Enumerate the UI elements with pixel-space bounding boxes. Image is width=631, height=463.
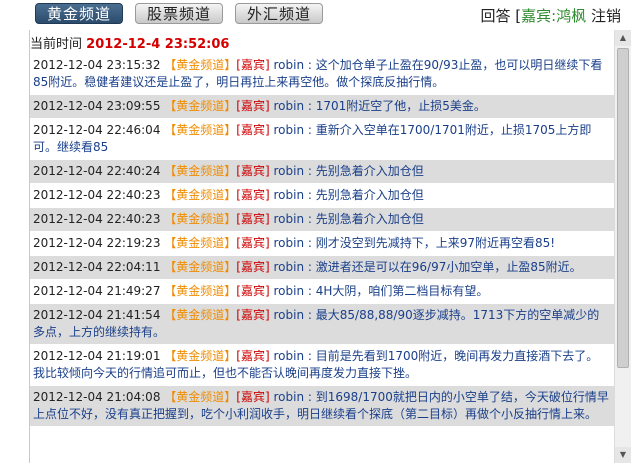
message-timestamp: 2012-12-04 22:19:23 [33, 236, 161, 250]
message-separator: : [304, 390, 316, 404]
message-timestamp: 2012-12-04 22:40:24 [33, 164, 161, 178]
message-row: 2012-12-04 21:19:01 【黄金频道】[嘉宾] robin : 目… [30, 345, 614, 386]
message-timestamp: 2012-12-04 22:46:04 [33, 123, 161, 137]
message-role: [嘉宾] [236, 236, 270, 250]
message-role: [嘉宾] [236, 188, 270, 202]
guest-label: 嘉宾: [521, 7, 557, 25]
reply-link[interactable]: 回答 [480, 7, 510, 25]
message-channel: 【黄金频道】 [164, 284, 237, 298]
message-text: 先别急着介入加仓但 [315, 212, 424, 226]
triangle-down-icon[interactable]: ▼ [615, 447, 631, 463]
current-time: 当前时间 2012-12-4 23:52:06 [30, 33, 229, 52]
message-timestamp: 2012-12-04 23:15:32 [33, 58, 161, 72]
top-bar: 黄金频道 股票频道 外汇频道 回答 [嘉宾:鸿枫 注销 [0, 0, 631, 28]
message-channel: 【黄金频道】 [164, 236, 237, 250]
message-author: robin [273, 164, 305, 178]
message-timestamp: 2012-12-04 21:19:01 [33, 349, 161, 363]
message-role: [嘉宾] [236, 308, 270, 322]
message-role: [嘉宾] [236, 260, 270, 274]
message-separator: : [304, 308, 316, 322]
guest-username: 鸿枫 [556, 7, 587, 25]
message-row: 2012-12-04 21:49:27 【黄金频道】[嘉宾] robin : 4… [30, 280, 614, 304]
message-separator: : [304, 236, 316, 250]
message-author: robin [273, 212, 305, 226]
message-role: [嘉宾] [236, 390, 270, 404]
message-role: [嘉宾] [236, 123, 270, 137]
triangle-up-icon[interactable]: ▲ [615, 30, 631, 46]
message-separator: : [304, 188, 316, 202]
message-role: [嘉宾] [236, 58, 270, 72]
message-channel: 【黄金频道】 [164, 123, 237, 137]
tab-forex-channel[interactable]: 外汇频道 [235, 3, 323, 24]
message-panel: 当前时间 2012-12-4 23:52:06 2012-12-04 23:15… [29, 30, 614, 463]
message-separator: : [304, 164, 316, 178]
message-separator: : [304, 260, 316, 274]
message-separator: : [304, 99, 316, 113]
tab-stock-channel[interactable]: 股票频道 [135, 3, 223, 24]
message-timestamp: 2012-12-04 21:41:54 [33, 308, 161, 322]
message-author: robin [273, 58, 305, 72]
message-timestamp: 2012-12-04 21:04:08 [33, 390, 161, 404]
message-separator: : [304, 123, 316, 137]
message-separator: : [304, 349, 316, 363]
message-channel: 【黄金频道】 [164, 308, 237, 322]
message-row: 2012-12-04 23:15:32 【黄金频道】[嘉宾] robin : 这… [30, 54, 614, 95]
message-row: 2012-12-04 21:04:08 【黄金频道】[嘉宾] robin : 到… [30, 386, 614, 427]
message-row: 2012-12-04 22:46:04 【黄金频道】[嘉宾] robin : 重… [30, 119, 614, 160]
message-row: 2012-12-04 22:19:23 【黄金频道】[嘉宾] robin : 刚… [30, 232, 614, 256]
message-author: robin [273, 99, 305, 113]
message-author: robin [273, 349, 305, 363]
logout-link[interactable]: 注销 [591, 7, 621, 25]
message-row: 2012-12-04 22:04:11 【黄金频道】[嘉宾] robin : 激… [30, 256, 614, 280]
message-text: 1701附近空了他，止损5美金。 [315, 99, 486, 113]
message-timestamp: 2012-12-04 21:49:27 [33, 284, 161, 298]
message-text: 4H大阴，咱们第二档目标有望。 [315, 284, 489, 298]
scrollbar-thumb[interactable] [617, 48, 629, 368]
message-text: 先别急着介入加仓但 [315, 188, 424, 202]
message-channel: 【黄金频道】 [164, 260, 237, 274]
message-separator: : [304, 58, 316, 72]
current-time-value: 2012-12-4 23:52:06 [86, 37, 230, 52]
message-author: robin [273, 188, 305, 202]
message-separator: : [304, 212, 316, 226]
message-row: 2012-12-04 22:40:24 【黄金频道】[嘉宾] robin : 先… [30, 160, 614, 184]
message-author: robin [273, 123, 305, 137]
message-row: 2012-12-04 21:41:54 【黄金频道】[嘉宾] robin : 最… [30, 304, 614, 345]
message-author: robin [273, 284, 305, 298]
message-text: 先别急着介入加仓但 [315, 164, 424, 178]
tab-gold-channel[interactable]: 黄金频道 [35, 3, 123, 24]
message-text: 激进者还是可以在96/97小加空单，止盈85附近。 [315, 260, 582, 274]
message-channel: 【黄金频道】 [164, 212, 237, 226]
message-role: [嘉宾] [236, 349, 270, 363]
message-timestamp: 2012-12-04 22:04:11 [33, 260, 161, 274]
message-channel: 【黄金频道】 [164, 349, 237, 363]
message-timestamp: 2012-12-04 23:09:55 [33, 99, 161, 113]
message-author: robin [273, 236, 305, 250]
message-author: robin [273, 390, 305, 404]
user-area: 回答 [嘉宾:鸿枫 注销 [480, 5, 621, 26]
message-channel: 【黄金频道】 [164, 188, 237, 202]
message-timestamp: 2012-12-04 22:40:23 [33, 188, 161, 202]
message-channel: 【黄金频道】 [164, 390, 237, 404]
message-text: 刚才没空到先减持下，上来97附近再空看85! [315, 236, 556, 250]
message-channel: 【黄金频道】 [164, 99, 237, 113]
message-role: [嘉宾] [236, 284, 270, 298]
message-role: [嘉宾] [236, 164, 270, 178]
message-separator: : [304, 284, 316, 298]
message-role: [嘉宾] [236, 99, 270, 113]
message-row: 2012-12-04 22:40:23 【黄金频道】[嘉宾] robin : 先… [30, 208, 614, 232]
message-timestamp: 2012-12-04 22:40:23 [33, 212, 161, 226]
current-time-label: 当前时间 [30, 37, 83, 52]
message-channel: 【黄金频道】 [164, 58, 237, 72]
message-author: robin [273, 260, 305, 274]
message-row: 2012-12-04 22:40:23 【黄金频道】[嘉宾] robin : 先… [30, 184, 614, 208]
message-list: 2012-12-04 23:15:32 【黄金频道】[嘉宾] robin : 这… [30, 54, 614, 427]
message-row: 2012-12-04 23:09:55 【黄金频道】[嘉宾] robin : 1… [30, 95, 614, 119]
vertical-scrollbar[interactable]: ▲ ▼ [614, 30, 631, 463]
message-author: robin [273, 308, 305, 322]
message-channel: 【黄金频道】 [164, 164, 237, 178]
message-role: [嘉宾] [236, 212, 270, 226]
